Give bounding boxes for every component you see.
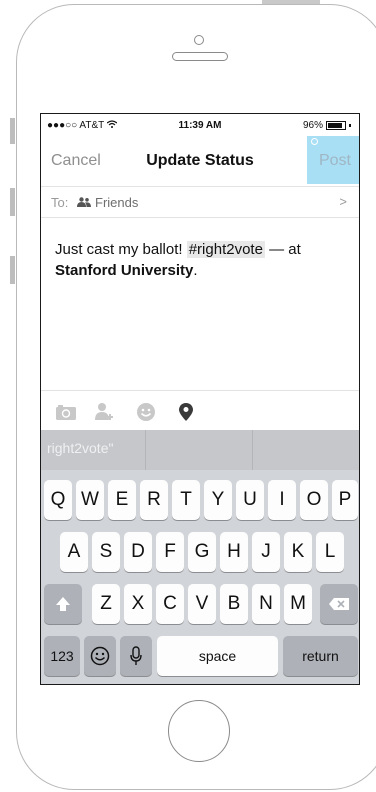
key-f[interactable]: F bbox=[156, 532, 184, 572]
key-e[interactable]: E bbox=[108, 480, 136, 520]
key-o[interactable]: O bbox=[300, 480, 328, 520]
to-label: To: bbox=[51, 195, 69, 210]
key-l[interactable]: L bbox=[316, 532, 344, 572]
status-text-area[interactable]: Just cast my ballot! #right2vote — at St… bbox=[55, 239, 351, 281]
key-z[interactable]: Z bbox=[92, 584, 120, 624]
nav-bar: Cancel Update Status Post bbox=[41, 136, 359, 184]
audience-value: Friends bbox=[77, 195, 138, 210]
key-i[interactable]: I bbox=[268, 480, 296, 520]
post-button[interactable]: Post bbox=[319, 152, 351, 170]
volume-up-button bbox=[10, 188, 15, 216]
emoji-key[interactable] bbox=[84, 636, 116, 676]
key-y[interactable]: Y bbox=[204, 480, 232, 520]
location-tag: Stanford University bbox=[55, 262, 194, 279]
key-g[interactable]: G bbox=[188, 532, 216, 572]
key-q[interactable]: Q bbox=[44, 480, 72, 520]
microphone-icon bbox=[130, 646, 142, 665]
audience-label: Friends bbox=[95, 195, 139, 210]
key-m[interactable]: M bbox=[284, 584, 312, 624]
status-text-end: . bbox=[193, 262, 198, 279]
dictation-key[interactable] bbox=[120, 636, 152, 676]
key-r[interactable]: R bbox=[140, 480, 168, 520]
status-text: Just cast my ballot! bbox=[55, 241, 187, 258]
tag-friend-icon[interactable] bbox=[94, 401, 116, 423]
volume-down-button bbox=[10, 256, 15, 284]
key-n[interactable]: N bbox=[252, 584, 280, 624]
keyboard: Q W E R T Y U I O P A S D F G H J K L Z … bbox=[41, 470, 359, 684]
key-s[interactable]: S bbox=[92, 532, 120, 572]
key-w[interactable]: W bbox=[76, 480, 104, 520]
phone-screen: ●●●○○ AT&T 11:39 AM 96% Cancel Update St… bbox=[40, 113, 360, 685]
suggestion-item[interactable]: right2vote" bbox=[41, 430, 147, 470]
key-u[interactable]: U bbox=[236, 480, 264, 520]
battery-percent: 96% bbox=[302, 120, 323, 131]
key-p[interactable]: P bbox=[332, 480, 358, 520]
front-camera bbox=[194, 35, 204, 45]
return-key[interactable]: return bbox=[283, 636, 358, 676]
emoji-icon[interactable] bbox=[135, 401, 157, 423]
status-text-at: — at bbox=[264, 241, 301, 258]
home-button[interactable] bbox=[168, 700, 230, 762]
key-v[interactable]: V bbox=[188, 584, 216, 624]
key-j[interactable]: J bbox=[252, 532, 280, 572]
suggestion-item[interactable] bbox=[253, 430, 359, 470]
mute-switch bbox=[10, 118, 15, 144]
audience-selector[interactable]: To: Friends > bbox=[41, 186, 359, 218]
numbers-key[interactable]: 123 bbox=[44, 636, 80, 676]
autocomplete-bar: right2vote" bbox=[41, 430, 359, 470]
key-t[interactable]: T bbox=[172, 480, 200, 520]
backspace-icon bbox=[329, 598, 349, 610]
compose-toolbar bbox=[41, 390, 359, 431]
hashtag: #right2vote bbox=[186, 241, 265, 258]
battery-status: 96% bbox=[303, 120, 351, 131]
battery-nub bbox=[349, 124, 351, 127]
tap-indicator-icon bbox=[311, 138, 318, 145]
key-b[interactable]: B bbox=[220, 584, 248, 624]
key-d[interactable]: D bbox=[124, 532, 152, 572]
status-bar: ●●●○○ AT&T 11:39 AM 96% bbox=[41, 114, 359, 136]
delete-key[interactable] bbox=[320, 584, 358, 624]
chevron-right-icon: > bbox=[339, 194, 347, 209]
key-c[interactable]: C bbox=[156, 584, 184, 624]
key-k[interactable]: K bbox=[284, 532, 312, 572]
shift-icon bbox=[56, 597, 70, 611]
location-pin-icon[interactable] bbox=[175, 401, 197, 423]
key-a[interactable]: A bbox=[60, 532, 88, 572]
emoji-keyboard-icon bbox=[90, 646, 110, 666]
key-h[interactable]: H bbox=[220, 532, 248, 572]
key-x[interactable]: X bbox=[124, 584, 152, 624]
battery-icon bbox=[326, 121, 346, 130]
friends-icon bbox=[77, 195, 91, 210]
space-key[interactable]: space bbox=[157, 636, 278, 676]
shift-key[interactable] bbox=[44, 584, 82, 624]
earpiece-speaker bbox=[172, 52, 228, 61]
suggestion-item[interactable] bbox=[146, 430, 253, 470]
camera-icon[interactable] bbox=[55, 401, 77, 423]
